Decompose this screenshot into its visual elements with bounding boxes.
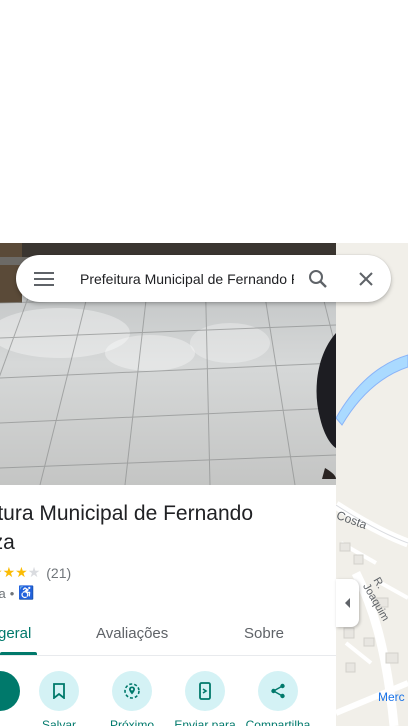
- share-icon: [271, 683, 285, 699]
- directions-icon: [0, 671, 20, 711]
- chevron-left-icon: [344, 598, 350, 608]
- star-empty-icon: ★: [27, 564, 41, 580]
- review-count[interactable]: (21): [46, 565, 71, 581]
- collapse-panel-button[interactable]: [336, 579, 359, 627]
- map-view[interactable]: Costa R. Joaquim Merc: [336, 243, 408, 726]
- rating-stars: ★★★★: [0, 564, 40, 581]
- place-panel: eitura Municipal de Fernando oza ★★★★ (2…: [0, 485, 336, 726]
- blank-area: [0, 0, 408, 243]
- send-icon-wrap: [185, 671, 225, 711]
- star-icon: ★: [15, 564, 28, 580]
- search-input[interactable]: [80, 270, 294, 287]
- map-roads: [336, 243, 408, 726]
- action-label: Enviar para: [174, 718, 236, 726]
- action-label: Salvar: [41, 718, 76, 726]
- close-search-button[interactable]: [342, 255, 390, 302]
- active-tab-indicator: [0, 652, 37, 655]
- share-button[interactable]: Compartilha: [243, 671, 313, 726]
- action-label: Próximo: [109, 718, 154, 726]
- map-poi-label: Merc: [378, 690, 405, 704]
- star-icon: ★: [2, 564, 16, 580]
- place-title: eitura Municipal de Fernando oza: [0, 499, 311, 557]
- save-button[interactable]: Salvar: [24, 671, 94, 726]
- place-title-line: eitura Municipal de Fernando: [0, 502, 253, 525]
- wheelchair-icon: ♿: [18, 585, 35, 600]
- search-button[interactable]: [294, 255, 342, 302]
- bookmark-icon-wrap: [39, 671, 79, 711]
- tab-reviews[interactable]: Avaliações: [96, 625, 168, 642]
- menu-button[interactable]: [16, 255, 72, 302]
- action-bar: Salvar Próximo Enviar para Compartilha: [0, 671, 336, 726]
- bookmark-icon: [53, 683, 65, 699]
- send-to-phone-button[interactable]: Enviar para: [170, 671, 240, 726]
- tab-about[interactable]: Sobre: [244, 625, 284, 642]
- close-icon: [359, 271, 373, 286]
- search-icon: [309, 269, 327, 288]
- tab-bar: geral Avaliações Sobre: [0, 615, 336, 656]
- send-to-phone-icon: [199, 682, 211, 700]
- nearby-icon-wrap: [112, 671, 152, 711]
- hamburger-menu-icon: [34, 271, 54, 286]
- search-box: [16, 255, 391, 302]
- category-row: ura • ♿: [0, 585, 35, 601]
- rating-row[interactable]: ★★★★ (21): [0, 564, 71, 581]
- nearby-button[interactable]: Próximo: [97, 671, 167, 726]
- share-icon-wrap: [258, 671, 298, 711]
- nearby-icon: [124, 683, 140, 699]
- tab-overview[interactable]: geral: [0, 625, 31, 642]
- action-label: Compartilha: [245, 718, 311, 726]
- place-title-line: oza: [0, 531, 15, 554]
- separator: •: [9, 585, 15, 601]
- category-label: ura: [0, 585, 6, 601]
